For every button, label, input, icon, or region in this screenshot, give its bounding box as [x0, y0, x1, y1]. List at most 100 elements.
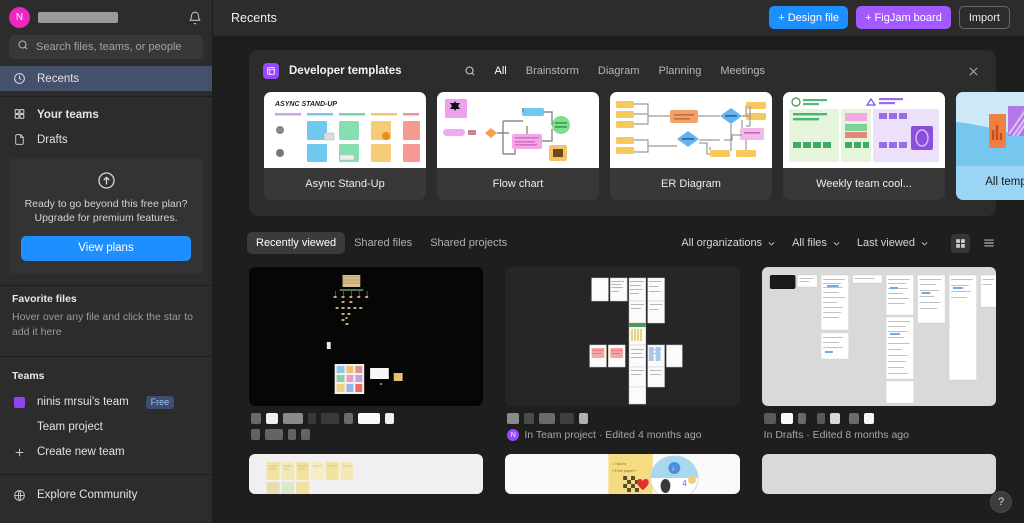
template-label-weekly-team: Weekly team cool...	[816, 178, 912, 190]
close-icon[interactable]	[967, 65, 980, 78]
plus-icon	[12, 446, 26, 459]
search-input[interactable]	[36, 41, 195, 53]
templates-title: Developer templates	[289, 65, 402, 77]
templates-icon	[263, 63, 279, 79]
teams-title: Teams	[12, 369, 45, 382]
file-card-5[interactable]: • Tips to • Free paper? i 4	[505, 454, 740, 494]
file-card-3[interactable]: In Drafts · Edited 8 months ago	[761, 267, 996, 445]
sidebar-item-recents[interactable]: Recents	[0, 66, 212, 91]
view-toggle	[951, 233, 996, 253]
create-new-team-label: Create new team	[37, 446, 125, 459]
chevron-down-icon	[921, 241, 928, 246]
sidebar-account-row[interactable]: N	[0, 0, 212, 35]
search-icon	[17, 38, 29, 56]
sort-select-label: Last viewed	[856, 237, 915, 249]
file-card-1[interactable]	[249, 267, 484, 445]
design-file-button[interactable]: + Design file	[769, 6, 849, 29]
chip-recently-viewed[interactable]: Recently viewed	[247, 232, 346, 254]
files-grid-row-2: • Tips to • Free paper? i 4	[213, 445, 1024, 494]
sidebar-item-team-project[interactable]: Team project	[0, 415, 212, 440]
svg-text:ASYNC STAND-UP: ASYNC STAND-UP	[274, 101, 337, 108]
organizations-select-label: All organizations	[681, 237, 763, 249]
favorites-title: Favorite files	[12, 292, 77, 305]
file-card-2[interactable]: N In Team project · Edited 4 months ago	[505, 267, 740, 445]
organizations-select[interactable]: All organizations	[681, 237, 776, 249]
templates-search-icon[interactable]	[464, 65, 476, 77]
file-meta-text-2: In Team project · Edited 4 months ago	[524, 429, 702, 441]
tab-diagram[interactable]: Diagram	[598, 65, 640, 77]
svg-text:i: i	[673, 467, 674, 473]
file-name-redacted-2	[507, 413, 737, 424]
filter-bar-right: All organizations All files Last viewed	[681, 233, 996, 253]
sidebar-divider-1	[0, 96, 212, 97]
all-templates-thumb	[956, 92, 1024, 166]
sidebar-item-label-your-teams: Your teams	[37, 108, 99, 121]
file-card-6[interactable]	[761, 454, 996, 494]
developer-templates-panel: Developer templates All Brainstorm Diagr…	[249, 50, 1024, 216]
sidebar-divider-2	[0, 284, 212, 286]
filter-bar: Recently viewed Shared files Shared proj…	[213, 216, 1024, 254]
er-diagram-thumb	[610, 92, 772, 168]
file-meta-1	[249, 406, 483, 440]
all-templates-card[interactable]: All templates →	[956, 92, 1024, 200]
templates-header: Developer templates All Brainstorm Diagr…	[249, 50, 996, 92]
account-name-redacted	[38, 12, 118, 23]
file-meta-2: N In Team project · Edited 4 months ago	[505, 406, 739, 441]
wireframe-grid-thumb	[505, 267, 740, 406]
globe-icon	[12, 489, 26, 502]
tab-planning[interactable]: Planning	[659, 65, 702, 77]
template-card-weekly-team[interactable]: Weekly team cool...	[783, 92, 945, 200]
svg-text:• Tips to: • Tips to	[613, 461, 628, 466]
light-wireframes-thumb	[761, 267, 996, 406]
avatar[interactable]: N	[9, 7, 30, 28]
create-new-team-button[interactable]: Create new team	[0, 440, 212, 465]
all-templates-label: All templates →	[985, 176, 1024, 188]
bell-icon[interactable]	[188, 11, 202, 25]
status-badge-free: Free	[145, 395, 175, 409]
template-card-flow-chart[interactable]: Flow chart	[437, 92, 599, 200]
chip-shared-files[interactable]: Shared files	[345, 232, 421, 254]
favorites-empty-text: Hover over any file and click the star t…	[12, 310, 193, 338]
file-meta-line-2: N In Team project · Edited 4 months ago	[507, 429, 737, 441]
async-standup-thumb: ASYNC STAND-UP	[264, 92, 426, 168]
tab-brainstorm[interactable]: Brainstorm	[526, 65, 579, 77]
page-title: Recents	[231, 10, 277, 25]
sidebar-item-your-teams[interactable]: Your teams	[0, 102, 212, 127]
file-card-4[interactable]	[249, 454, 484, 494]
list-view-icon[interactable]	[982, 236, 996, 250]
sidebar-item-team-ninis[interactable]: ninis mrsui's team Free	[0, 390, 212, 415]
sidebar-divider-3	[0, 355, 212, 357]
upgrade-line-2: Upgrade for premium features.	[34, 212, 178, 225]
figjam-board-button[interactable]: + FigJam board	[856, 6, 951, 29]
sort-select[interactable]: Last viewed	[857, 237, 929, 249]
svg-text:4: 4	[683, 479, 688, 488]
clock-icon	[12, 72, 26, 85]
content-scroll-area: Developer templates All Brainstorm Diagr…	[213, 36, 1024, 523]
grid-view-icon[interactable]	[951, 233, 970, 253]
svg-text:• Free paper?: • Free paper?	[613, 468, 638, 473]
team-name-label: ninis mrsui's team	[37, 396, 129, 409]
import-button[interactable]: Import	[958, 6, 1010, 29]
file-meta-text-3: In Drafts · Edited 8 months ago	[763, 429, 909, 441]
main-content: Recents + Design file + FigJam board Imp…	[213, 0, 1024, 523]
files-select[interactable]: All files	[792, 237, 841, 249]
file-meta-3: In Drafts · Edited 8 months ago	[762, 406, 996, 441]
search-box[interactable]	[9, 35, 203, 59]
tab-meetings[interactable]: Meetings	[720, 65, 765, 77]
file-name-redacted-1	[251, 413, 481, 424]
weekly-team-thumb	[783, 92, 945, 168]
figma-files-app: N Search files, teams, or people Recents…	[0, 0, 1024, 523]
sidebar-divider-4	[0, 473, 212, 475]
file-meta-line-3: In Drafts · Edited 8 months ago	[764, 429, 994, 441]
template-card-async-standup[interactable]: ASYNC STAND-UP Async Stand-Up	[264, 92, 426, 200]
chip-shared-projects[interactable]: Shared projects	[421, 232, 516, 254]
sticky-notes-thumb	[249, 454, 484, 494]
sidebar-item-drafts[interactable]: Drafts	[0, 127, 212, 152]
tab-all[interactable]: All	[495, 65, 507, 77]
help-button[interactable]: ?	[990, 491, 1012, 513]
sidebar-item-explore-community[interactable]: Explore Community	[0, 483, 212, 508]
template-card-er-diagram[interactable]: ER Diagram	[610, 92, 772, 200]
template-label-flow-chart: Flow chart	[492, 178, 544, 190]
top-bar-actions: + Design file + FigJam board Import	[769, 6, 1010, 29]
view-plans-button[interactable]: View plans	[21, 235, 191, 261]
